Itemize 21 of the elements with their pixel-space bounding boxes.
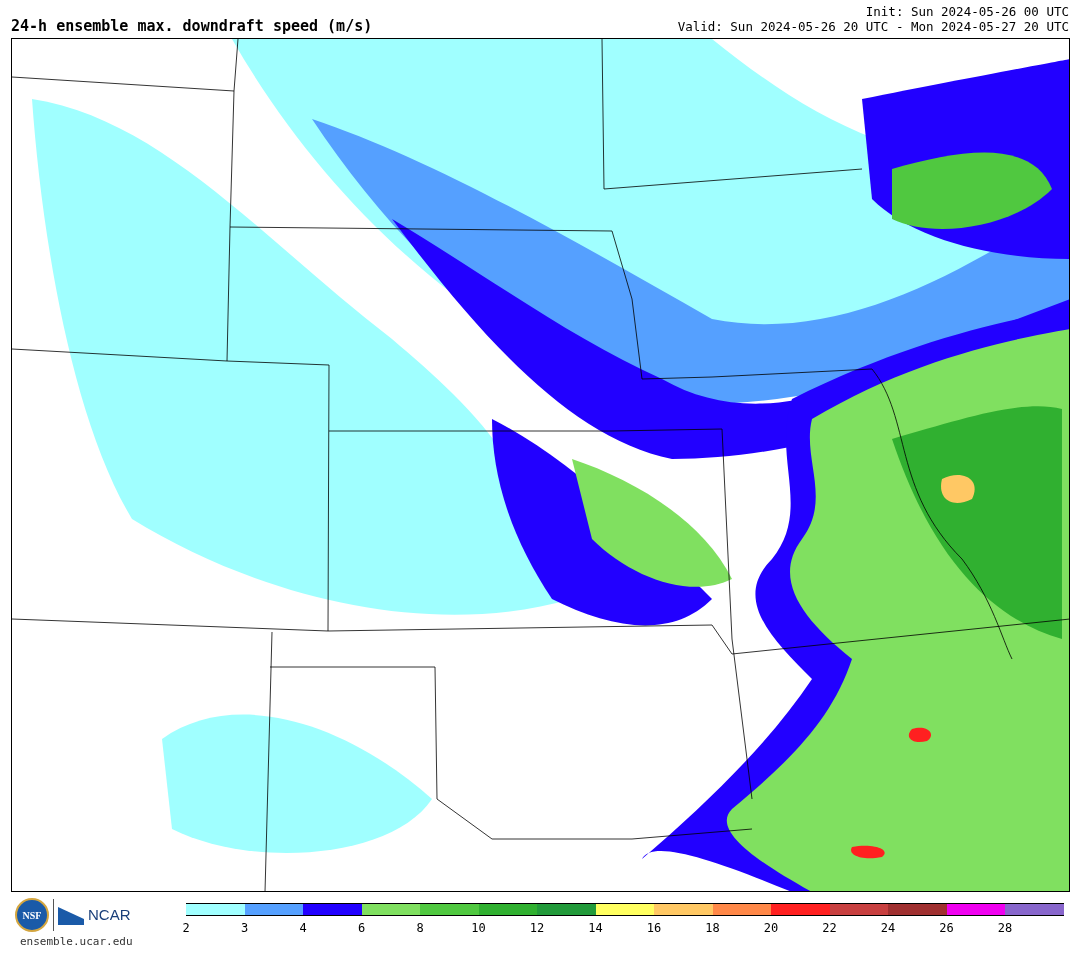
colorbar-label: 16 (646, 920, 662, 937)
colorbar-label: 2 (182, 920, 190, 937)
colorbar-label: 20 (763, 920, 779, 937)
colorbar-label: 26 (939, 920, 954, 937)
valid-time: Valid: Sun 2024-05-26 20 UTC - Mon 2024-05-27 20 UTC (677, 19, 1069, 34)
colorbar-label: 22 (822, 920, 837, 937)
colorbar-label: 6 (357, 920, 366, 937)
chart-title: 24-h ensemble max. downdraft speed (m/s) (11, 19, 373, 34)
logo: NSF (15, 898, 49, 932)
init-time: Init: Sun 2024-05-26 00 UTC (865, 4, 1069, 19)
colorbar-label: 12 (529, 920, 545, 937)
logo: NCAR (88, 904, 131, 925)
colorbar-label: 4 (299, 920, 307, 937)
site-url: ensemble.ucar.edu (19, 934, 134, 950)
colorbar-label: 10 (471, 920, 486, 937)
colorbar-label: 3 (240, 920, 249, 937)
colorbar-label: 18 (705, 920, 720, 937)
colorbar-label: 8 (416, 920, 424, 937)
colorbar-label: 24 (880, 920, 896, 937)
colorbar-label: 14 (588, 920, 603, 937)
colorbar-label: 28 (997, 920, 1013, 937)
